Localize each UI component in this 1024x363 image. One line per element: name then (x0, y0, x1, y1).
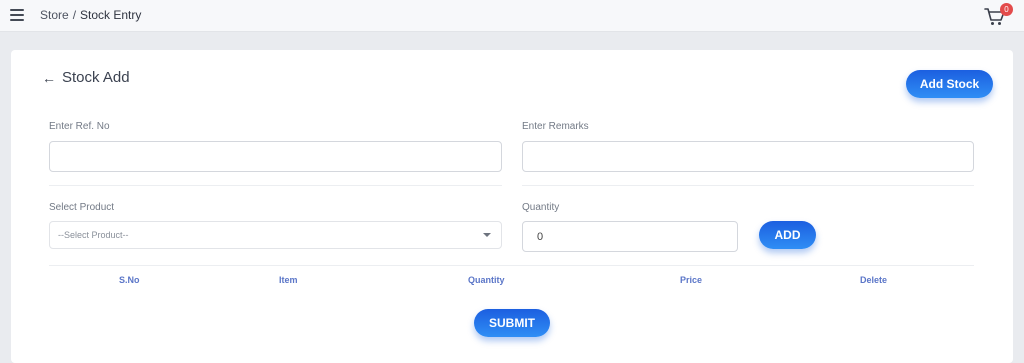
remarks-label: Enter Remarks (522, 121, 589, 132)
add-stock-button[interactable]: Add Stock (906, 70, 993, 98)
page-title: ← Stock Add (42, 69, 130, 86)
breadcrumb: Store / Stock Entry (40, 8, 141, 22)
page-title-text: Stock Add (62, 69, 130, 86)
table-header-price: Price (680, 275, 703, 285)
top-bar: Store / Stock Entry 0 (0, 0, 1024, 32)
table-header-sno: S.No (119, 275, 140, 285)
table-header-quantity: Quantity (468, 275, 505, 285)
back-arrow-icon[interactable]: ← (42, 70, 56, 86)
product-select[interactable]: --Select Product-- (49, 221, 502, 249)
quantity-input[interactable] (522, 221, 738, 252)
add-button[interactable]: ADD (759, 221, 816, 249)
breadcrumb-separator: / (72, 8, 77, 22)
product-label: Select Product (49, 202, 115, 213)
remarks-input[interactable] (522, 141, 974, 172)
table-header-item: Item (279, 275, 298, 285)
breadcrumb-parent[interactable]: Store (40, 8, 69, 22)
table-header-delete: Delete (860, 275, 888, 285)
quantity-label: Quantity (522, 202, 560, 213)
chevron-down-icon (483, 233, 491, 237)
ref-no-input[interactable] (49, 141, 502, 172)
divider (49, 185, 502, 186)
hamburger-icon[interactable] (10, 9, 24, 21)
cart-count-badge: 0 (1000, 3, 1013, 16)
submit-button[interactable]: SUBMIT (474, 309, 550, 337)
ref-no-label: Enter Ref. No (49, 121, 110, 132)
product-select-value: --Select Product-- (58, 230, 129, 240)
table-divider (49, 265, 974, 266)
breadcrumb-current: Stock Entry (80, 8, 142, 22)
divider (522, 185, 974, 186)
